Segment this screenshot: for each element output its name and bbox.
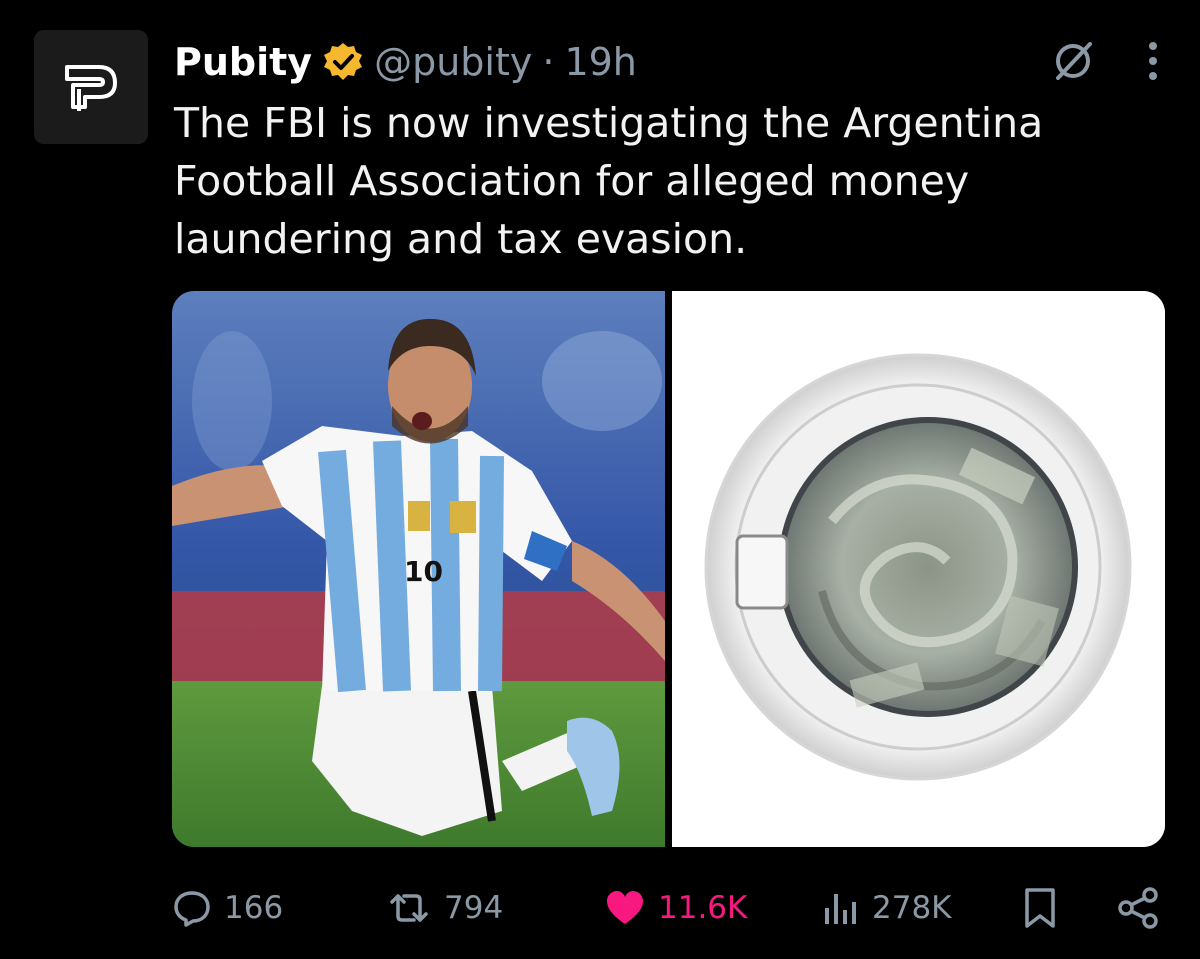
repost-icon <box>390 894 428 922</box>
more-options-icon[interactable] <box>1146 38 1160 84</box>
like-button[interactable]: 11.6K <box>604 880 747 936</box>
bookmark-button[interactable] <box>1022 880 1058 936</box>
bookmark-icon <box>1025 888 1055 928</box>
share-button[interactable] <box>1116 880 1160 936</box>
tweet-action-bar: 166 794 11.6K 278K <box>172 880 1167 936</box>
reply-icon <box>174 891 210 927</box>
footballer-photo[interactable]: 10 <box>172 291 665 847</box>
tweet-media[interactable]: 10 <box>172 291 1165 847</box>
verified-badge-icon[interactable] <box>322 41 364 83</box>
tweet-header: Pubity @pubity · 19h <box>174 34 637 90</box>
view-count: 278K <box>872 890 952 926</box>
display-name[interactable]: Pubity <box>174 40 312 84</box>
reply-count: 166 <box>224 890 284 926</box>
heart-icon <box>607 891 643 924</box>
grok-icon[interactable] <box>1050 38 1096 84</box>
tweet-top-actions <box>1050 38 1160 84</box>
share-icon <box>1118 887 1158 929</box>
timestamp[interactable]: 19h <box>564 40 636 84</box>
handle[interactable]: @pubity <box>374 40 532 84</box>
washing-machine-photo[interactable] <box>672 291 1165 847</box>
avatar[interactable] <box>34 30 148 144</box>
repost-count: 794 <box>444 890 504 926</box>
jersey-number: 10 <box>404 555 443 588</box>
reply-button[interactable]: 166 <box>172 880 283 936</box>
views-chart-icon <box>825 894 856 924</box>
separator-dot: · <box>542 40 555 84</box>
tweet-text: The FBI is now investigating the Argenti… <box>174 99 1044 263</box>
pubity-logo-icon <box>65 65 117 111</box>
like-count: 11.6K <box>658 890 748 926</box>
repost-button[interactable]: 794 <box>386 880 503 936</box>
views-button[interactable]: 278K <box>822 880 952 936</box>
